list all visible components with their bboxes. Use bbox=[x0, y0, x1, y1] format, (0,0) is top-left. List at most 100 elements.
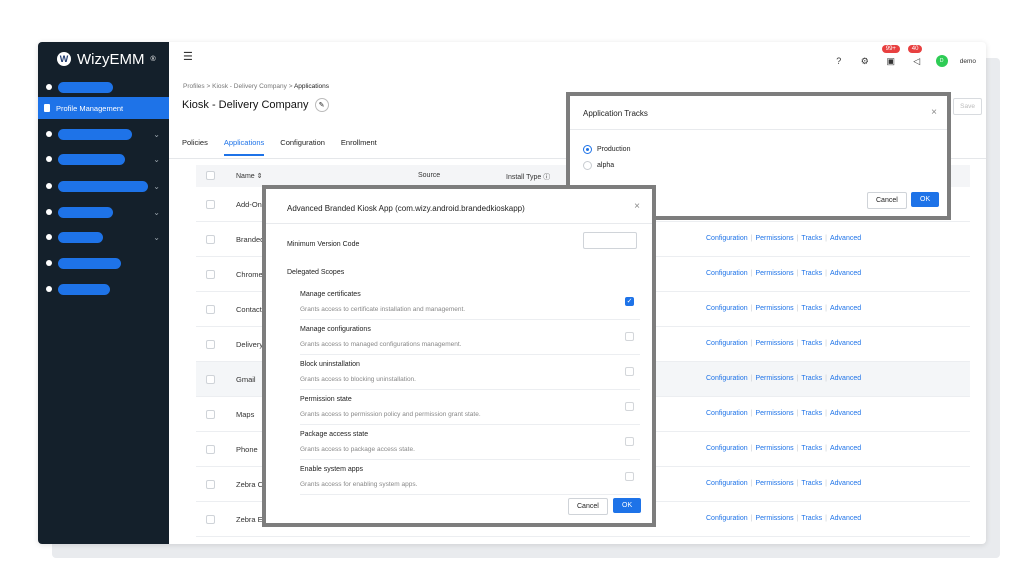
link-permissions[interactable]: Permissions bbox=[755, 340, 793, 347]
link-configuration[interactable]: Configuration bbox=[706, 445, 748, 452]
select-all-checkbox[interactable] bbox=[206, 171, 215, 180]
link-tracks[interactable]: Tracks bbox=[801, 445, 822, 452]
link-configuration[interactable]: Configuration bbox=[706, 375, 748, 382]
scope-checkbox[interactable] bbox=[625, 367, 634, 376]
sidebar-item-1[interactable] bbox=[38, 76, 169, 98]
edit-icon[interactable]: ✎ bbox=[314, 98, 329, 112]
breadcrumb-profile[interactable]: Kiosk - Delivery Company bbox=[212, 83, 287, 90]
sidebar-item-8[interactable] bbox=[38, 252, 169, 274]
action-separator: | bbox=[796, 480, 799, 487]
link-permissions[interactable]: Permissions bbox=[755, 235, 793, 242]
link-permissions[interactable]: Permissions bbox=[755, 375, 793, 382]
column-name[interactable]: Name ⇕ bbox=[236, 172, 263, 180]
action-separator: | bbox=[796, 410, 799, 417]
link-configuration[interactable]: Configuration bbox=[706, 305, 748, 312]
link-tracks[interactable]: Tracks bbox=[801, 305, 822, 312]
breadcrumb-profiles[interactable]: Profiles bbox=[183, 83, 205, 90]
link-permissions[interactable]: Permissions bbox=[755, 410, 793, 417]
ok-button[interactable]: OK bbox=[911, 192, 940, 207]
link-tracks[interactable]: Tracks bbox=[801, 480, 822, 487]
scope-checkbox[interactable] bbox=[625, 402, 634, 411]
link-advanced[interactable]: Advanced bbox=[830, 375, 861, 382]
radio-production[interactable]: Production bbox=[583, 145, 630, 154]
link-advanced[interactable]: Advanced bbox=[830, 515, 861, 522]
breadcrumb-current: Applications bbox=[293, 83, 330, 90]
scope-checkbox[interactable] bbox=[625, 472, 634, 481]
sidebar-item-9[interactable] bbox=[38, 278, 169, 300]
sidebar-item-profile-management[interactable]: Profile Management bbox=[38, 97, 169, 119]
sidebar-item-5[interactable]: ⌄ bbox=[38, 175, 169, 197]
help-icon[interactable]: ? bbox=[832, 54, 846, 68]
link-configuration[interactable]: Configuration bbox=[706, 270, 748, 277]
menu-icon[interactable]: ☰ bbox=[183, 50, 193, 63]
scope-checkbox[interactable] bbox=[625, 332, 634, 341]
link-configuration[interactable]: Configuration bbox=[706, 515, 748, 522]
app-name: Add-On bbox=[236, 200, 262, 209]
link-advanced[interactable]: Advanced bbox=[830, 410, 861, 417]
scope-title: Manage certificates bbox=[300, 291, 361, 298]
link-advanced[interactable]: Advanced bbox=[830, 480, 861, 487]
link-permissions[interactable]: Permissions bbox=[755, 515, 793, 522]
link-advanced[interactable]: Advanced bbox=[830, 445, 861, 452]
link-advanced[interactable]: Advanced bbox=[830, 235, 861, 242]
row-checkbox[interactable] bbox=[206, 375, 215, 384]
link-tracks[interactable]: Tracks bbox=[801, 410, 822, 417]
scope-checkbox[interactable]: ✓ bbox=[625, 297, 634, 306]
close-icon[interactable]: × bbox=[634, 201, 640, 212]
save-button[interactable]: Save bbox=[953, 98, 982, 115]
row-checkbox[interactable] bbox=[206, 515, 215, 524]
link-configuration[interactable]: Configuration bbox=[706, 340, 748, 347]
redacted-label bbox=[58, 283, 110, 295]
link-permissions[interactable]: Permissions bbox=[755, 305, 793, 312]
link-configuration[interactable]: Configuration bbox=[706, 235, 748, 242]
min-version-input[interactable] bbox=[583, 232, 637, 249]
sidebar-item-4[interactable]: ⌄ bbox=[38, 148, 169, 170]
modal-title: Advanced Branded Kiosk App (com.wizy.and… bbox=[287, 204, 525, 213]
scope-checkbox[interactable] bbox=[625, 437, 634, 446]
cancel-button[interactable]: Cancel bbox=[867, 192, 907, 209]
action-separator: | bbox=[796, 445, 799, 452]
link-permissions[interactable]: Permissions bbox=[755, 480, 793, 487]
link-tracks[interactable]: Tracks bbox=[801, 270, 822, 277]
row-checkbox[interactable] bbox=[206, 305, 215, 314]
tab-policies[interactable]: Policies bbox=[182, 138, 208, 156]
row-checkbox[interactable] bbox=[206, 200, 215, 209]
action-separator: | bbox=[825, 305, 827, 312]
row-checkbox[interactable] bbox=[206, 445, 215, 454]
link-tracks[interactable]: Tracks bbox=[801, 375, 822, 382]
link-advanced[interactable]: Advanced bbox=[830, 340, 861, 347]
tab-enrollment[interactable]: Enrollment bbox=[341, 138, 377, 156]
link-configuration[interactable]: Configuration bbox=[706, 480, 748, 487]
settings-icon[interactable]: ⚙ bbox=[858, 54, 872, 68]
sidebar-item-6[interactable]: ⌄ bbox=[38, 201, 169, 223]
delegated-scopes-label: Delegated Scopes bbox=[287, 269, 345, 276]
avatar[interactable]: D bbox=[935, 55, 948, 67]
link-advanced[interactable]: Advanced bbox=[830, 270, 861, 277]
announcement-icon[interactable]: ◁ 40 bbox=[907, 45, 924, 68]
advanced-modal: Advanced Branded Kiosk App (com.wizy.and… bbox=[266, 189, 652, 523]
ok-button[interactable]: OK bbox=[613, 498, 642, 513]
link-tracks[interactable]: Tracks bbox=[801, 340, 822, 347]
tab-configuration[interactable]: Configuration bbox=[280, 138, 325, 156]
redacted-label bbox=[58, 257, 121, 269]
notifications-icon[interactable]: ▣ 99+ bbox=[881, 45, 900, 68]
row-checkbox[interactable] bbox=[206, 340, 215, 349]
row-checkbox[interactable] bbox=[206, 235, 215, 244]
row-checkbox[interactable] bbox=[206, 480, 215, 489]
cancel-button[interactable]: Cancel bbox=[568, 498, 608, 515]
close-icon[interactable]: × bbox=[931, 107, 937, 118]
link-permissions[interactable]: Permissions bbox=[755, 270, 793, 277]
row-actions: Configuration | Permissions | Tracks | Advance… bbox=[706, 410, 861, 417]
sidebar-item-3[interactable]: ⌄ bbox=[38, 123, 169, 145]
user-name[interactable]: demo bbox=[960, 58, 976, 65]
tab-applications[interactable]: Applications bbox=[223, 138, 265, 156]
radio-alpha[interactable]: alpha bbox=[583, 161, 614, 170]
link-configuration[interactable]: Configuration bbox=[706, 410, 748, 417]
link-advanced[interactable]: Advanced bbox=[830, 305, 861, 312]
link-tracks[interactable]: Tracks bbox=[801, 235, 822, 242]
sidebar-item-7[interactable]: ⌄ bbox=[38, 226, 169, 248]
row-checkbox[interactable] bbox=[206, 270, 215, 279]
row-checkbox[interactable] bbox=[206, 410, 215, 419]
link-tracks[interactable]: Tracks bbox=[801, 515, 822, 522]
link-permissions[interactable]: Permissions bbox=[755, 445, 793, 452]
